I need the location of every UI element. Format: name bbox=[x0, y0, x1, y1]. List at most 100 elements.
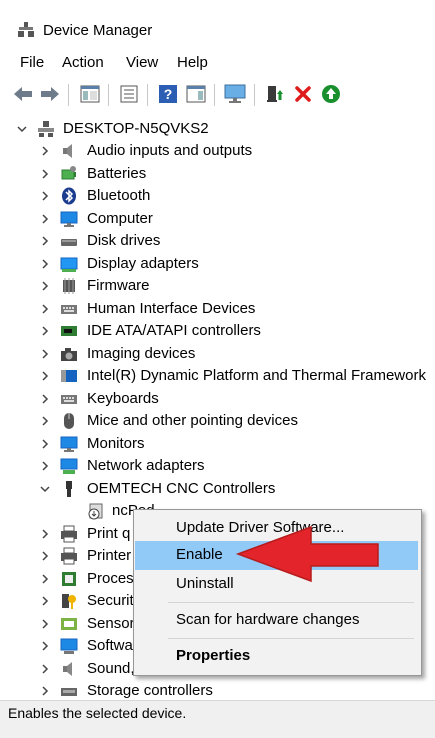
tree-category-batteries[interactable]: Batteries bbox=[0, 163, 435, 185]
tree-item-label: Mice and other pointing devices bbox=[87, 412, 298, 429]
chevron-right-icon[interactable] bbox=[39, 663, 51, 675]
chevron-right-icon[interactable] bbox=[39, 438, 51, 450]
enable-device-icon[interactable] bbox=[320, 83, 342, 105]
menu-item-update-driver[interactable]: Update Driver Software... bbox=[135, 514, 418, 543]
chevron-right-icon[interactable] bbox=[39, 303, 51, 315]
tree-category-network-adapters[interactable]: Network adapters bbox=[0, 455, 435, 477]
chevron-right-icon[interactable] bbox=[39, 550, 51, 562]
tree-category-human-interface-devices[interactable]: Human Interface Devices bbox=[0, 298, 435, 320]
tree-item-label: Display adapters bbox=[87, 254, 199, 272]
tree-category-imaging-devices[interactable]: Imaging devices bbox=[0, 343, 435, 365]
menu-item-properties[interactable]: Properties bbox=[135, 642, 418, 671]
title-bar: Device Manager bbox=[0, 0, 435, 46]
menu-bar: File Action View Help bbox=[0, 51, 435, 77]
tree-category-audio-inputs-and-outputs[interactable]: Audio inputs and outputs bbox=[0, 140, 435, 162]
battery-icon bbox=[61, 165, 76, 179]
menu-item-label: Scan for hardware changes bbox=[176, 611, 360, 628]
tree-item-label: Securit bbox=[87, 592, 134, 609]
tree-category-intel-r-dynamic-platform-and-thermal-framework[interactable]: Intel(R) Dynamic Platform and Thermal Fr… bbox=[0, 365, 435, 387]
menu-action[interactable]: Action bbox=[62, 54, 104, 71]
action-pane-icon[interactable] bbox=[185, 83, 207, 105]
tree-item-label: Network adapters bbox=[87, 457, 205, 474]
disk-drive-icon bbox=[61, 239, 77, 246]
menu-help[interactable]: Help bbox=[177, 54, 208, 71]
chevron-down-icon[interactable] bbox=[39, 483, 51, 495]
intel-platform-icon bbox=[61, 370, 77, 382]
tree-item-label: Batteries bbox=[87, 164, 147, 182]
menu-file[interactable]: File bbox=[20, 54, 44, 71]
tree-item-label: Audio inputs and outputs bbox=[87, 142, 253, 159]
menu-separator bbox=[168, 602, 414, 603]
chevron-right-icon[interactable] bbox=[39, 618, 51, 630]
tree-item-label: Intel(R) Dynamic Platform and Thermal Fr… bbox=[87, 367, 426, 384]
chevron-right-icon[interactable] bbox=[39, 573, 51, 585]
bluetooth-icon bbox=[62, 187, 76, 205]
help-icon[interactable]: ? bbox=[157, 83, 179, 105]
tree-item-label: Print q bbox=[87, 524, 131, 542]
chevron-right-icon[interactable] bbox=[39, 393, 51, 405]
chevron-right-icon[interactable] bbox=[39, 370, 51, 382]
chevron-right-icon[interactable] bbox=[39, 685, 51, 697]
chevron-right-icon[interactable] bbox=[39, 528, 51, 540]
tree-item-label: Imaging devices bbox=[87, 344, 196, 362]
tree-item-label: Proces bbox=[87, 569, 134, 587]
menu-item-label: Properties bbox=[176, 647, 251, 664]
context-menu: Update Driver Software... Enable Uninsta… bbox=[133, 509, 422, 676]
menu-view[interactable]: View bbox=[126, 54, 158, 71]
tree-category-ide-ata-atapi-controllers[interactable]: IDE ATA/ATAPI controllers bbox=[0, 320, 435, 342]
window-title: Device Manager bbox=[43, 22, 153, 39]
chevron-right-icon[interactable] bbox=[39, 145, 51, 157]
tree-category-mice-and-other-pointing-devices[interactable]: Mice and other pointing devices bbox=[0, 410, 435, 432]
tree-root[interactable]: DESKTOP-N5QVKS2 bbox=[0, 118, 435, 140]
display-adapter-icon bbox=[60, 257, 78, 272]
tree-item-label: Storage controllers bbox=[87, 682, 213, 699]
tree-item-label: Human Interface Devices bbox=[87, 299, 256, 317]
tree-category-bluetooth[interactable]: Bluetooth bbox=[0, 185, 435, 207]
forward-arrow-icon[interactable] bbox=[39, 83, 61, 105]
chevron-right-icon[interactable] bbox=[39, 415, 51, 427]
uninstall-device-icon[interactable] bbox=[292, 83, 314, 105]
tree-item-label: Printer bbox=[87, 547, 132, 564]
chevron-right-icon[interactable] bbox=[39, 348, 51, 360]
computer-icon bbox=[38, 121, 54, 137]
tree-category-monitors[interactable]: Monitors bbox=[0, 433, 435, 455]
tree-item-label: Firmware bbox=[87, 277, 150, 294]
chevron-right-icon[interactable] bbox=[39, 235, 51, 247]
update-driver-icon[interactable] bbox=[264, 83, 286, 105]
tree-category-disk-drives[interactable]: Disk drives bbox=[0, 230, 435, 252]
chevron-right-icon[interactable] bbox=[39, 640, 51, 652]
status-text: Enables the selected device. bbox=[8, 705, 187, 721]
chevron-right-icon[interactable] bbox=[39, 280, 51, 292]
tree-item-label: Bluetooth bbox=[87, 187, 151, 204]
tree-category-oemtech-cnc-controllers[interactable]: OEMTECH CNC Controllers bbox=[0, 478, 435, 500]
tree-category-firmware[interactable]: Firmware bbox=[0, 275, 435, 297]
menu-item-scan-hardware[interactable]: Scan for hardware changes bbox=[135, 606, 418, 635]
tree-category-storage-controllers[interactable]: Storage controllers bbox=[0, 680, 435, 700]
menu-item-uninstall[interactable]: Uninstall bbox=[135, 570, 418, 599]
tree-item-label: Keyboards bbox=[87, 389, 159, 407]
tree-category-keyboards[interactable]: Keyboards bbox=[0, 388, 435, 410]
chevron-right-icon[interactable] bbox=[39, 460, 51, 472]
tree-category-display-adapters[interactable]: Display adapters bbox=[0, 253, 435, 275]
tree-item-label: Monitors bbox=[87, 434, 145, 452]
printer-icon bbox=[61, 547, 77, 565]
back-arrow-icon[interactable] bbox=[12, 83, 34, 105]
chevron-right-icon[interactable] bbox=[39, 213, 51, 225]
properties-icon[interactable] bbox=[118, 83, 140, 105]
chevron-down-icon[interactable] bbox=[16, 123, 28, 135]
monitor-icon[interactable] bbox=[224, 83, 246, 105]
chevron-right-icon[interactable] bbox=[39, 190, 51, 202]
chevron-right-icon[interactable] bbox=[39, 325, 51, 337]
chevron-right-icon[interactable] bbox=[39, 258, 51, 270]
menu-separator bbox=[168, 638, 414, 639]
toolbar-separator bbox=[254, 84, 255, 106]
menu-item-enable[interactable]: Enable bbox=[135, 541, 418, 570]
printer-icon bbox=[61, 525, 77, 542]
chevron-right-icon[interactable] bbox=[39, 168, 51, 180]
tree-item-label: Disk drives bbox=[87, 232, 161, 249]
show-hide-console-tree-icon[interactable] bbox=[79, 83, 101, 105]
chevron-right-icon[interactable] bbox=[39, 595, 51, 607]
computer-icon bbox=[60, 211, 78, 227]
tree-category-computer[interactable]: Computer bbox=[0, 208, 435, 230]
speaker-icon bbox=[63, 144, 72, 158]
